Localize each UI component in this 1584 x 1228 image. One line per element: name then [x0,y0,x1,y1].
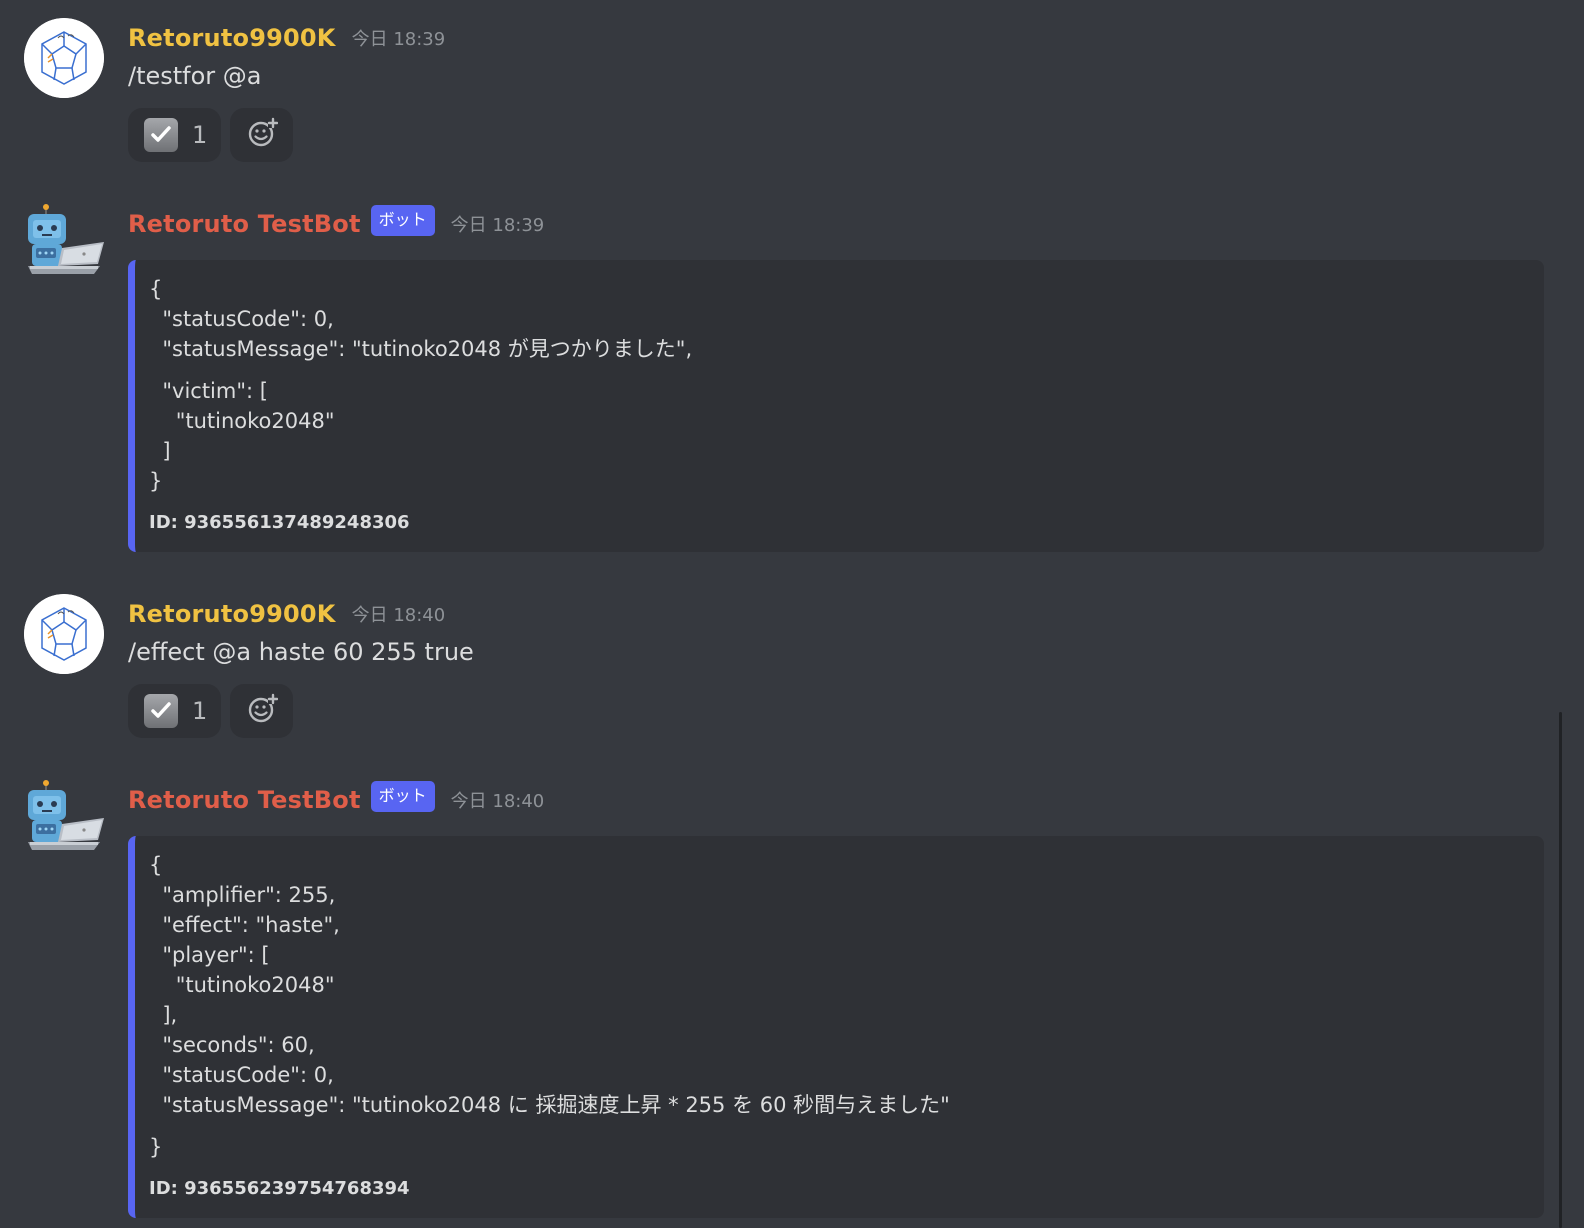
embed: { "statusCode": 0, "statusMessage": "tut… [128,260,1544,552]
message-header: Retoruto TestBot ボット 今日 18:39 [128,202,1544,246]
timestamp: 今日 18:39 [450,215,545,236]
embed-spacer [149,1120,1524,1132]
message-user-1: Retoruto9900K 今日 18:39 /testfor @a 1 [0,16,1584,162]
message-header: Retoruto9900K 今日 18:40 [128,592,1544,636]
embed-line: "seconds": 60, [149,1033,315,1057]
add-reaction-button[interactable] [230,108,293,162]
embed-spacer [149,364,1524,376]
timestamp: 今日 18:40 [450,791,545,812]
message-bot-2: Retoruto TestBot ボット 今日 18:40 { "amplifi… [0,778,1584,1218]
message-bot-1: Retoruto TestBot ボット 今日 18:39 { "statusC… [0,202,1584,552]
add-reaction-button[interactable] [230,684,293,738]
embed-line: "statusMessage": "tutinoko2048 に 採掘速度上昇 … [149,1093,950,1117]
embed: { "amplifier": 255, "effect": "haste", "… [128,836,1544,1218]
user-avatar[interactable] [24,18,104,98]
chat-message-list: Retoruto9900K 今日 18:39 /testfor @a 1 Ret… [0,0,1584,1228]
bot-avatar[interactable] [24,780,104,860]
embed-line: "victim": [ [149,379,268,403]
embed-line: ], [149,1003,178,1027]
add-reaction-icon [246,117,278,153]
embed-line: "statusCode": 0, [149,1063,334,1087]
reactions-bar: 1 [128,108,1544,162]
embed-line: "amplifier": 255, [149,883,336,907]
embed-footer: ID: 936556239754768394 [149,1178,410,1199]
bot-tag: ボット [370,204,435,236]
username[interactable]: Retoruto TestBot [128,786,361,814]
reactions-bar: 1 [128,684,1544,738]
add-reaction-icon [246,693,278,729]
embed-line: "player": [ [149,943,270,967]
embed-line: { [149,277,163,301]
username[interactable]: Retoruto TestBot [128,210,361,238]
embed-line: } [149,1135,163,1159]
embed-line: "statusMessage": "tutinoko2048 が見つかりました"… [149,337,693,361]
reaction-count: 1 [192,697,208,725]
embed-line: "tutinoko2048" [149,973,335,997]
message-content: /testfor @a [128,62,262,90]
timestamp: 今日 18:40 [351,605,446,626]
embed-line: { [149,853,163,877]
message-user-2: Retoruto9900K 今日 18:40 /effect @a haste … [0,592,1584,738]
reaction-check[interactable]: 1 [128,108,221,162]
scrollbar[interactable] [1559,712,1562,1228]
embed-line: } [149,469,163,493]
reaction-count: 1 [192,121,208,149]
embed-line: "effect": "haste", [149,913,340,937]
embed-line: "tutinoko2048" [149,409,335,433]
username[interactable]: Retoruto9900K [128,24,336,52]
embed-line: "statusCode": 0, [149,307,334,331]
embed-footer: ID: 936556137489248306 [149,512,410,533]
message-header: Retoruto TestBot ボット 今日 18:40 [128,778,1544,822]
embed-line: ] [149,439,171,463]
user-avatar[interactable] [24,594,104,674]
message-header: Retoruto9900K 今日 18:39 [128,16,1544,60]
bot-avatar[interactable] [24,204,104,284]
reaction-check[interactable]: 1 [128,684,221,738]
check-mark-button-icon [144,118,178,152]
bot-tag: ボット [370,780,435,812]
timestamp: 今日 18:39 [351,29,446,50]
check-mark-button-icon [144,694,178,728]
message-content: /effect @a haste 60 255 true [128,638,474,666]
username[interactable]: Retoruto9900K [128,600,336,628]
